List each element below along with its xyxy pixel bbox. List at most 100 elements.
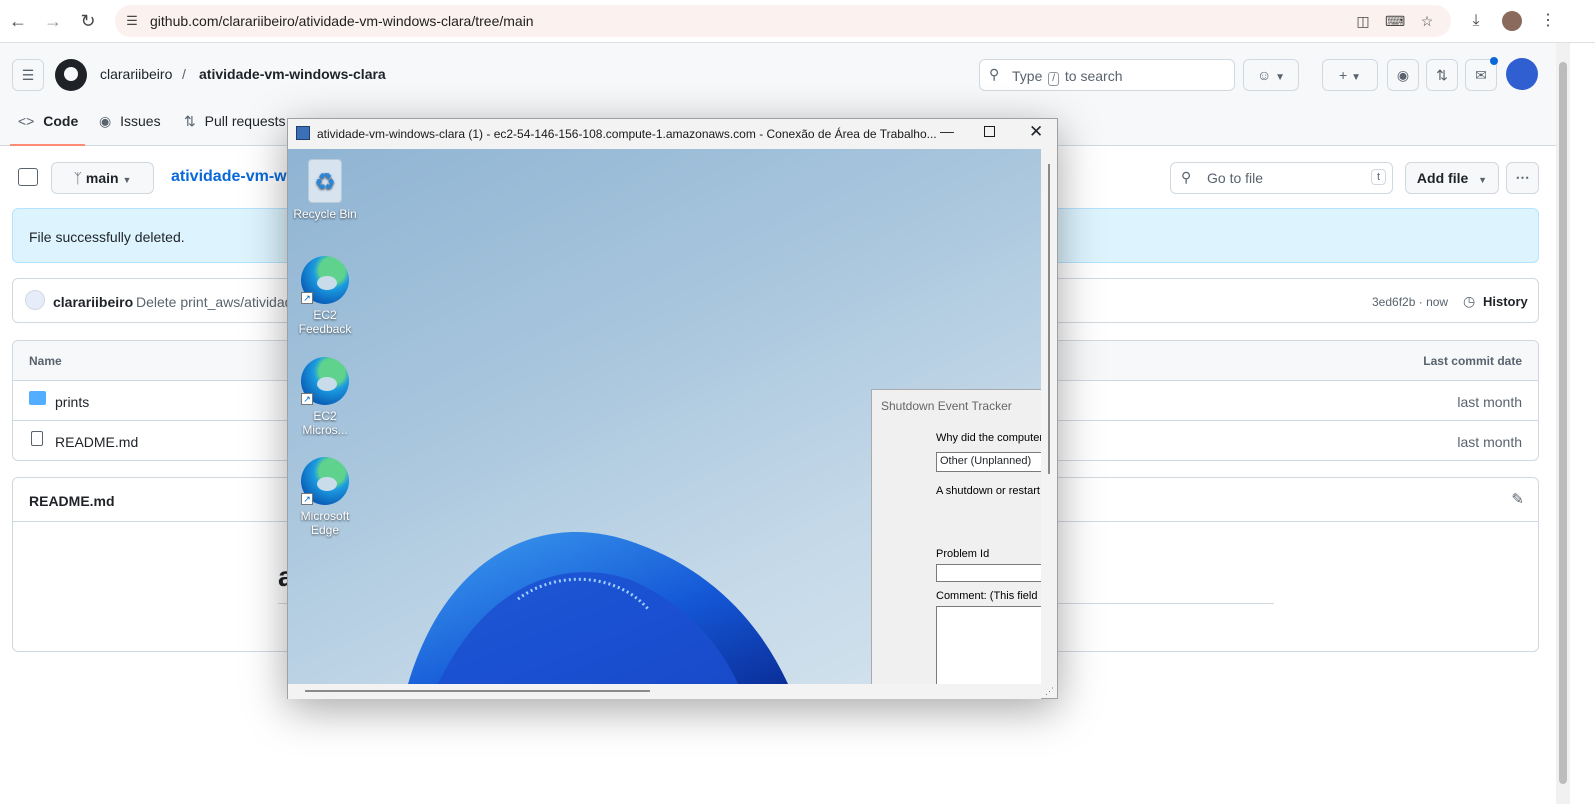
tab-pull-requests[interactable]: ⇅ Pull requests [184,113,286,130]
dialog-title: Shutdown Event Tracker [881,399,1012,413]
history-icon: ◷ [1463,293,1476,309]
owner-link[interactable]: clarariibeiro [100,66,172,82]
search-input[interactable]: ⚲ Type / to search [979,59,1235,91]
desktop-icon-ec2-feedback[interactable]: ↗ EC2 Feedback [290,256,360,336]
comment-label: Comment: (This field is [936,590,1041,602]
bookmark-star-icon[interactable]: ☆ [1417,11,1437,31]
rdp-titlebar[interactable]: atividade-vm-windows-clara (1) - ec2-54-… [288,119,1057,149]
notification-dot [1490,57,1498,65]
shortcut-arrow-icon: ↗ [301,393,313,405]
pull-request-icon: ⇅ [184,113,196,129]
commit-date: last month [1457,434,1522,450]
resize-grip-icon[interactable]: ⋰ [1045,686,1054,697]
reload-icon[interactable]: ↻ [75,8,101,34]
recycle-bin-icon: ♻ [308,159,342,203]
flash-message: File successfully deleted. [29,229,185,245]
create-new-button[interactable]: + ▼ [1322,59,1378,91]
file-name-link[interactable]: README.md [55,434,138,450]
comment-textarea[interactable] [936,606,1041,684]
shutdown-event-tracker-dialog[interactable]: Shutdown Event Tracker Why did the compu… [871,389,1041,684]
file-name-link[interactable]: prints [55,394,89,410]
breadcrumb-separator: / [182,66,186,82]
search-icon: ⚲ [1181,169,1192,185]
desktop-icon-label: EC2 Micros... [302,409,348,437]
add-file-button[interactable]: Add file ▼ [1405,162,1499,194]
maximize-icon[interactable] [984,126,995,137]
search-placeholder-after: to search [1064,68,1123,84]
author-avatar[interactable] [25,290,45,310]
scrollbar-thumb[interactable] [305,690,650,692]
add-file-label: Add file [1416,170,1469,186]
issue-icon: ◉ [99,113,112,129]
address-bar[interactable]: ☰ github.com/clarariibeiro/atividade-vm-… [115,5,1451,37]
rdp-horizontal-scrollbar[interactable] [288,684,1041,699]
tab-code-label: Code [43,113,79,129]
scrollbar-thumb[interactable] [1559,62,1567,784]
copilot-icon: ☺ [1256,67,1272,83]
remote-desktop[interactable]: ♻ Recycle Bin ↗ EC2 Feedback ↗ EC2 Micro… [288,149,1041,684]
folder-icon [29,391,46,405]
active-tab-underline [10,144,85,146]
rdp-app-icon [296,126,310,140]
readme-title[interactable]: README.md [29,493,115,509]
commit-date: last month [1457,394,1522,410]
tab-issues-label: Issues [120,113,161,129]
page-scrollbar[interactable] [1556,43,1570,804]
desktop-icon-recycle-bin[interactable]: ♻ Recycle Bin [290,159,360,221]
remote-desktop-window[interactable]: atividade-vm-windows-clara (1) - ec2-54-… [287,118,1058,699]
repo-link[interactable]: atividade-vm-windows-clara [199,66,386,82]
shutdown-info-text: A shutdown or restart [936,485,1040,497]
plus-icon: + [1339,67,1348,83]
more-options-icon[interactable]: ⋯ [1506,162,1539,194]
desktop-icon-ec2-microsoft[interactable]: ↗ EC2 Micros... [290,357,360,437]
minimize-icon[interactable]: — [940,123,954,139]
shortcut-arrow-icon: ↗ [301,292,313,304]
scrollbar-thumb[interactable] [1048,164,1050,474]
download-icon[interactable]: ⤓ [1463,8,1489,34]
branch-selector[interactable]: ᛉ main ▼ [51,162,154,194]
search-placeholder-before: Type [1012,68,1043,84]
install-app-icon[interactable]: ◫ [1353,11,1373,31]
user-avatar[interactable] [1506,58,1538,90]
commit-time: now [1426,295,1449,309]
site-info-icon[interactable]: ☰ [123,12,141,30]
profile-avatar[interactable] [1499,8,1525,34]
shortcut-arrow-icon: ↗ [301,493,313,505]
tab-code[interactable]: <> Code [18,113,78,129]
edge-icon: ↗ [301,357,349,405]
commit-message[interactable]: Delete print_aws/atividad [136,294,292,310]
desktop-icon-label: Recycle Bin [293,207,357,221]
pull-requests-icon[interactable]: ⇅ [1426,59,1458,91]
github-logo-icon[interactable] [55,59,87,91]
close-icon[interactable]: ✕ [1029,122,1043,142]
hamburger-menu-icon[interactable]: ☰ [12,59,44,91]
breadcrumb-repo-link[interactable]: atividade-vm-wi [171,168,291,186]
forward-icon[interactable]: → [40,8,66,34]
commit-sha[interactable]: 3ed6f2b [1372,295,1415,309]
shutdown-reason-select[interactable]: Other (Unplanned) [936,452,1041,472]
issues-icon[interactable]: ◉ [1387,59,1419,91]
goto-file-input[interactable]: ⚲ Go to file t [1170,162,1393,194]
commit-author[interactable]: clarariibeiro [53,294,133,310]
sidebar-toggle-icon[interactable] [18,168,38,186]
col-date-header: Last commit date [1423,354,1522,368]
branch-icon: ᛉ [73,170,82,186]
rdp-window-title: atividade-vm-windows-clara (1) - ec2-54-… [317,127,937,141]
problem-id-input[interactable] [936,564,1041,582]
tab-issues[interactable]: ◉ Issues [99,113,161,130]
copilot-button[interactable]: ☺ ▼ [1243,59,1299,91]
browser-toolbar: ← → ↻ ☰ github.com/clarariibeiro/ativida… [0,0,1595,43]
url-text: github.com/clarariibeiro/atividade-vm-wi… [150,13,534,29]
history-link[interactable]: History [1483,294,1528,309]
translate-icon[interactable]: ⌨ [1385,11,1405,31]
search-icon: ⚲ [989,66,1000,82]
problem-id-label: Problem Id [936,548,990,560]
rdp-vertical-scrollbar[interactable] [1041,149,1057,684]
goto-file-shortcut: t [1370,169,1386,185]
desktop-icon-microsoft-edge[interactable]: ↗ Microsoft Edge [290,457,360,537]
col-name-header: Name [29,354,62,368]
branch-name: main [85,170,119,186]
menu-kebab-icon[interactable]: ⋮ [1535,8,1561,34]
edit-pencil-icon[interactable]: ✎ [1511,490,1524,508]
back-icon[interactable]: ← [5,8,31,34]
